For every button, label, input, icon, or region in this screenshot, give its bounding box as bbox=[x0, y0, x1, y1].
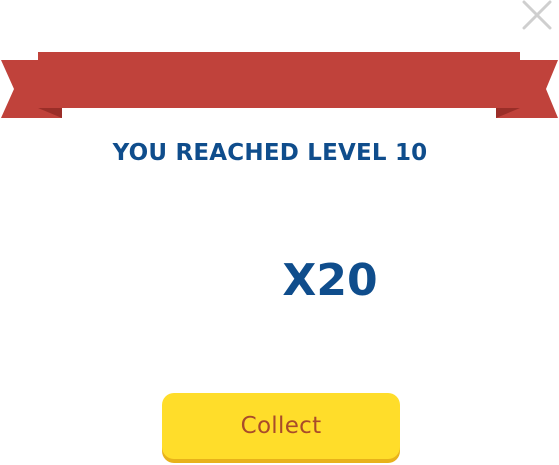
close-button[interactable] bbox=[519, 0, 553, 30]
collect-button[interactable]: Collect bbox=[162, 393, 400, 459]
collect-button-label: Collect bbox=[240, 413, 322, 439]
level-title: YOU REACHED LEVEL 10 bbox=[112, 140, 428, 166]
close-icon bbox=[522, 0, 552, 30]
ribbon-banner bbox=[1, 52, 558, 118]
reward-multiplier: X20 bbox=[282, 255, 378, 306]
ribbon-main bbox=[38, 52, 520, 108]
